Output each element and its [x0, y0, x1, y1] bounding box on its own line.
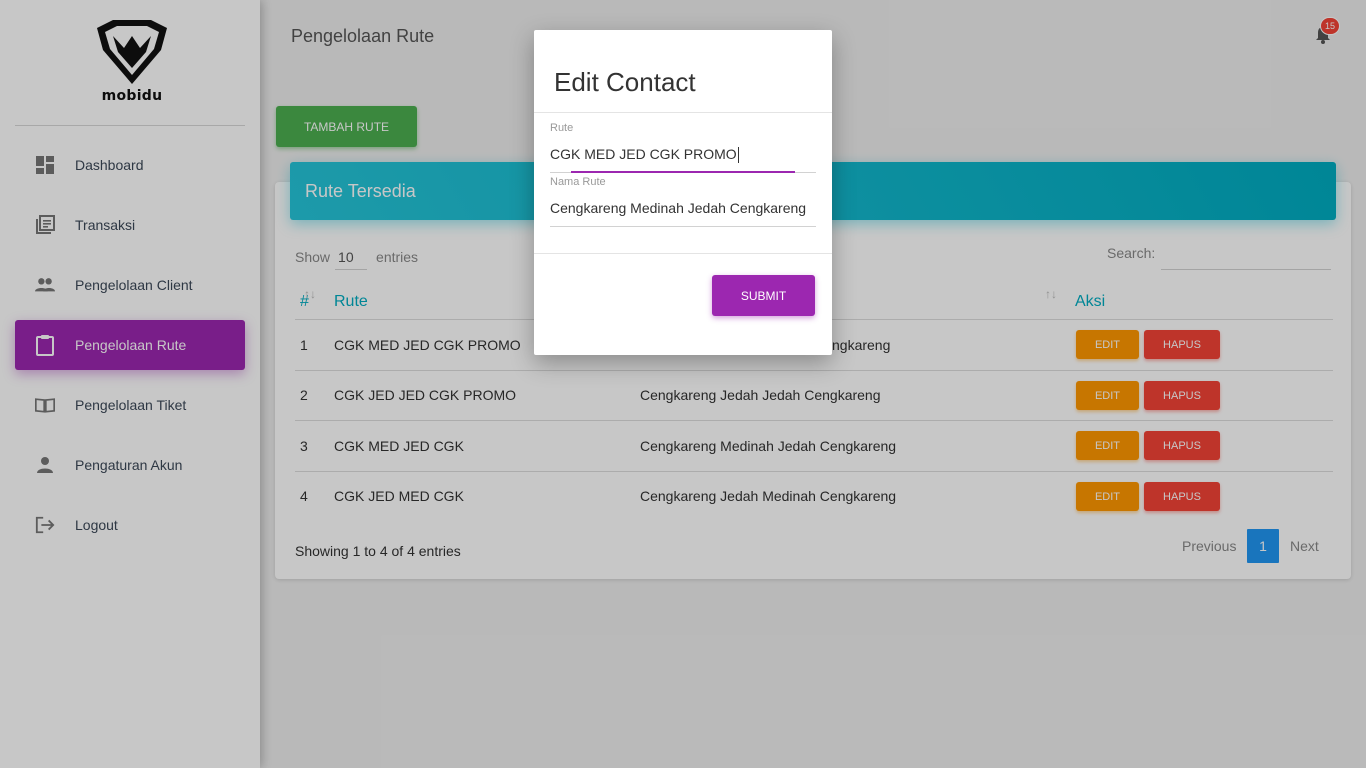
edit-modal: Edit Contact Rute CGK MED JED CGK PROMO … — [534, 30, 832, 355]
modal-title: Edit Contact — [554, 67, 696, 97]
modal-divider — [534, 112, 832, 113]
nama-rute-field[interactable]: Cengkareng Medinah Jedah Cengkareng — [550, 200, 806, 216]
text-caret — [737, 147, 739, 164]
nama-rute-field-underline — [550, 226, 816, 227]
rute-field-focus-underline — [571, 171, 795, 173]
rute-field[interactable]: CGK MED JED CGK PROMO — [550, 146, 739, 164]
rute-field-label: Rute — [550, 122, 574, 134]
nama-rute-field-label: Nama Rute — [550, 176, 606, 188]
submit-button[interactable]: SUBMIT — [712, 275, 815, 316]
modal-divider — [534, 253, 832, 254]
rute-field-value: CGK MED JED CGK PROMO — [550, 146, 737, 162]
